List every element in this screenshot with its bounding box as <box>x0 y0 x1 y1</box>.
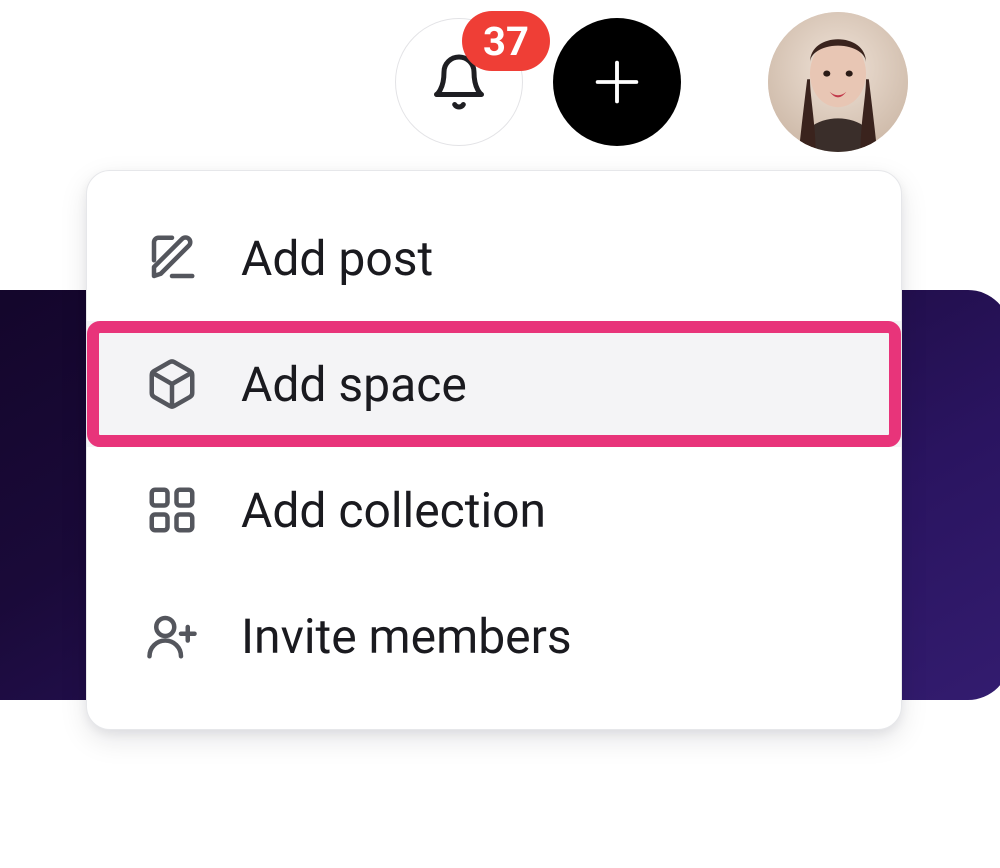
menu-item-label: Add post <box>241 230 433 287</box>
plus-icon <box>588 53 646 111</box>
notifications-button[interactable]: 37 <box>395 18 523 146</box>
menu-item-label: Invite members <box>241 608 572 665</box>
menu-item-add-post[interactable]: Add post <box>87 195 901 321</box>
user-plus-icon <box>143 607 201 665</box>
avatar[interactable] <box>768 12 908 152</box>
cube-icon <box>143 355 201 413</box>
menu-item-label: Add space <box>241 356 467 413</box>
grid-icon <box>143 481 201 539</box>
menu-item-label: Add collection <box>241 482 546 539</box>
menu-item-add-collection[interactable]: Add collection <box>87 447 901 573</box>
header-actions: 37 <box>395 18 681 146</box>
menu-item-invite-members[interactable]: Invite members <box>87 573 901 699</box>
menu-item-add-space[interactable]: Add space <box>87 321 901 447</box>
add-button[interactable] <box>553 18 681 146</box>
tutorial-highlight <box>87 321 901 447</box>
add-menu: Add post Add space Add collection <box>86 170 902 730</box>
compose-icon <box>143 229 201 287</box>
notification-badge: 37 <box>462 11 550 71</box>
